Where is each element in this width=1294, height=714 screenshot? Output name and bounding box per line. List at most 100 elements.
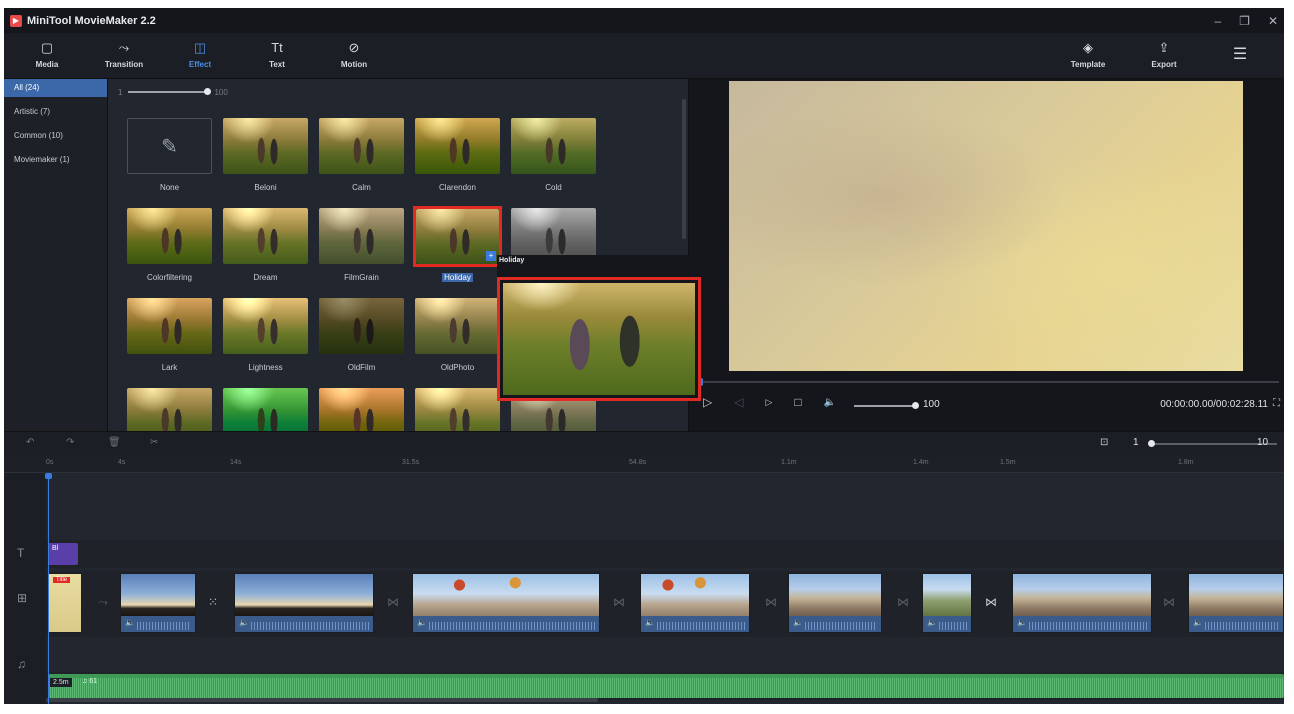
category-artistic[interactable]: Artistic (7) bbox=[4, 103, 107, 121]
effect-tile-oldphoto[interactable] bbox=[415, 298, 500, 354]
text-track-icon: T bbox=[17, 546, 25, 560]
zoom-fit-icon[interactable]: ⊡ bbox=[1100, 437, 1108, 448]
intensity-slider[interactable] bbox=[128, 88, 212, 95]
video-clip[interactable]: 🔈 bbox=[922, 573, 972, 633]
timeline-scrollbar[interactable] bbox=[46, 698, 598, 702]
title-clip[interactable]: Title bbox=[48, 573, 82, 633]
time-readout: 00:00:00.00/00:02:28.11 bbox=[1160, 399, 1268, 410]
video-clip[interactable]: 🔈 bbox=[640, 573, 750, 633]
minimize-icon[interactable]: – bbox=[1214, 14, 1221, 28]
transition-slot[interactable]: ⋈ bbox=[1158, 591, 1180, 613]
video-clip[interactable]: 🔈 bbox=[234, 573, 374, 633]
timeline-tracks: T ⊞ ♫ Bl Title ⤳ 🔈 ⁙ 🔈 ⋈ 🔈 ⋈ 🔈 ⋈ 🔈 ⋈ 🔈 ⋈… bbox=[4, 473, 1284, 704]
clip-audio: 🔈 bbox=[923, 616, 971, 632]
clip-thumbnail bbox=[923, 574, 971, 618]
ruler-tick: 1.4m bbox=[913, 459, 929, 466]
timeline-ruler[interactable]: 0s 4s 14s 31.5s 54.8s 1.1m 1.4m 1.5m 1.8… bbox=[4, 455, 1284, 473]
effect-tile-oldfilm[interactable] bbox=[319, 298, 404, 354]
text-clip[interactable]: Bl bbox=[48, 543, 78, 565]
volume-slider-knob[interactable] bbox=[912, 402, 919, 409]
volume-icon[interactable]: 🔈 bbox=[824, 397, 836, 408]
transition-button[interactable]: ⤳ Transition bbox=[94, 40, 154, 69]
delete-icon[interactable]: 🗑 bbox=[108, 437, 121, 448]
menu-icon[interactable]: ☰ bbox=[1210, 44, 1270, 64]
intensity-slider-knob[interactable] bbox=[204, 88, 212, 95]
video-track: Title ⤳ 🔈 ⁙ 🔈 ⋈ 🔈 ⋈ 🔈 ⋈ 🔈 ⋈ 🔈 ⋈ 🔈 ⋈ 🔈 bbox=[46, 571, 1284, 637]
zoom-slider-knob[interactable] bbox=[1148, 440, 1155, 447]
effect-button[interactable]: ◫ Effect bbox=[170, 40, 230, 69]
fullscreen-icon[interactable]: ⛶ bbox=[1273, 398, 1280, 409]
effect-tile-calm[interactable] bbox=[319, 118, 404, 174]
clip-audio: 🔈 bbox=[413, 616, 599, 632]
intensity-max: 100 bbox=[214, 87, 228, 97]
clip-audio: 🔈 bbox=[121, 616, 195, 632]
category-common[interactable]: Common (10) bbox=[4, 127, 107, 145]
effect-label-filmgrain: FilmGrain bbox=[344, 273, 379, 282]
timeline-toolbar: ↶ ↷ 🗑 ✂ ⊡ 1 10 bbox=[4, 431, 1284, 455]
effect-tile-lightness[interactable] bbox=[223, 298, 308, 354]
effect-tile[interactable] bbox=[223, 388, 308, 431]
add-effect-icon[interactable]: + bbox=[486, 251, 496, 261]
close-icon[interactable]: ✕ bbox=[1268, 14, 1278, 28]
category-moviemaker[interactable]: Moviemaker (1) bbox=[4, 151, 107, 169]
ruler-tick: 31.5s bbox=[402, 459, 420, 466]
effect-label-holiday: Holiday bbox=[442, 273, 473, 282]
effect-tile[interactable] bbox=[415, 388, 500, 431]
transition-slot[interactable]: ⋈ bbox=[980, 591, 1002, 613]
effect-tile-colorfiltering[interactable] bbox=[127, 208, 212, 264]
export-label: Export bbox=[1151, 60, 1177, 69]
video-preview bbox=[729, 81, 1243, 371]
transition-slot[interactable]: ⋈ bbox=[608, 591, 630, 613]
effect-tile[interactable] bbox=[319, 388, 404, 431]
template-button[interactable]: ◈ Template bbox=[1058, 40, 1118, 69]
effects-scrollbar[interactable] bbox=[682, 99, 686, 239]
text-button[interactable]: Tt Text bbox=[247, 40, 307, 69]
split-icon[interactable]: ✂ bbox=[150, 437, 158, 448]
export-icon: ⇪ bbox=[1158, 40, 1170, 55]
video-clip[interactable]: 🔈 bbox=[1188, 573, 1284, 633]
effect-tile-dream[interactable] bbox=[223, 208, 308, 264]
ruler-tick: 1.5m bbox=[1000, 459, 1016, 466]
media-button[interactable]: ▢ Media bbox=[17, 40, 77, 69]
ruler-tick: 1.8m bbox=[1178, 459, 1194, 466]
playhead-handle[interactable] bbox=[45, 473, 52, 479]
music-clip[interactable]: 2.5m ♫ 61 bbox=[48, 674, 1284, 698]
category-all[interactable]: All (24) bbox=[4, 79, 107, 97]
play-icon[interactable]: ▷ bbox=[703, 395, 712, 409]
video-clip[interactable]: 🔈 bbox=[1012, 573, 1152, 633]
video-track-icon: ⊞ bbox=[17, 591, 28, 605]
export-button[interactable]: ⇪ Export bbox=[1134, 40, 1194, 69]
stop-icon[interactable]: □ bbox=[794, 395, 801, 409]
redo-icon[interactable]: ↷ bbox=[66, 437, 74, 448]
playback-progress[interactable] bbox=[697, 378, 1279, 386]
effect-tile[interactable] bbox=[127, 388, 212, 431]
effect-tile-lark[interactable] bbox=[127, 298, 212, 354]
playhead[interactable] bbox=[48, 473, 49, 704]
app-logo-icon: ▶ bbox=[10, 14, 22, 27]
transition-slot[interactable]: ⋈ bbox=[760, 591, 782, 613]
motion-button[interactable]: ⊘ Motion bbox=[324, 40, 384, 69]
maximize-icon[interactable]: ❐ bbox=[1239, 14, 1250, 28]
effect-label-beloni: Beloni bbox=[254, 183, 277, 192]
transition-slot[interactable]: ⁙ bbox=[202, 591, 224, 613]
effect-tile-cold[interactable] bbox=[511, 118, 596, 174]
effect-tile-beloni[interactable] bbox=[223, 118, 308, 174]
transition-slot[interactable]: ⋈ bbox=[382, 591, 404, 613]
video-clip[interactable]: 🔈 bbox=[788, 573, 882, 633]
video-clip[interactable]: 🔈 bbox=[120, 573, 196, 633]
undo-icon[interactable]: ↶ bbox=[26, 437, 34, 448]
video-clip[interactable]: 🔈 bbox=[412, 573, 600, 633]
prev-frame-icon[interactable]: ◁ bbox=[734, 395, 743, 409]
effect-tile-filmgrain[interactable] bbox=[319, 208, 404, 264]
volume-slider[interactable] bbox=[854, 402, 919, 409]
transition-slot[interactable]: ⤳ bbox=[92, 591, 114, 613]
effect-tile-none[interactable]: ✎ bbox=[127, 118, 212, 174]
main-toolbar: ▢ Media ⤳ Transition ◫ Effect Tt Text ⊘ … bbox=[4, 33, 1284, 79]
app-title: MiniTool MovieMaker 2.2 bbox=[27, 14, 156, 27]
transition-slot[interactable]: ⋈ bbox=[892, 591, 914, 613]
effect-tile-holiday[interactable]: + bbox=[416, 209, 499, 264]
effect-tile-clarendon[interactable] bbox=[415, 118, 500, 174]
text-track: Bl bbox=[46, 540, 1284, 568]
clip-thumbnail bbox=[789, 574, 881, 618]
next-frame-icon[interactable]: ▷ bbox=[765, 397, 772, 408]
